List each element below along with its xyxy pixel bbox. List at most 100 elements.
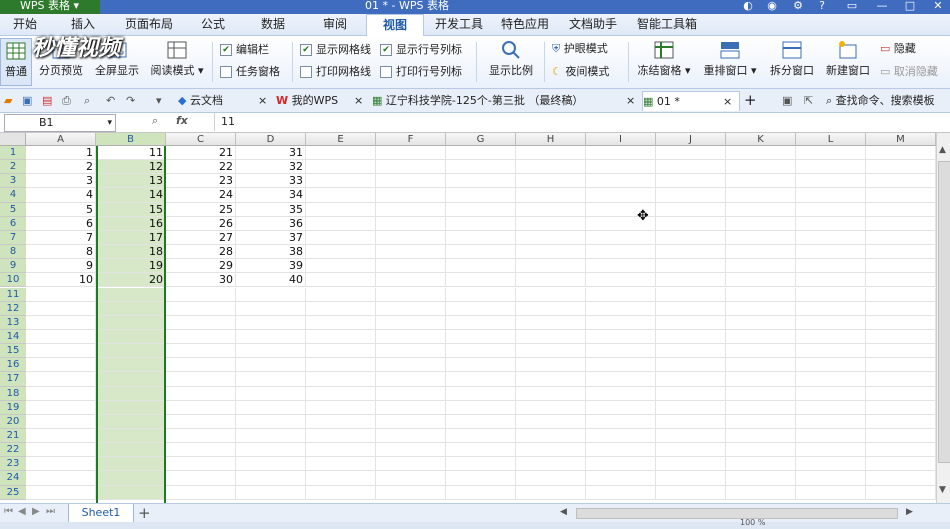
column-header-a[interactable]: A: [26, 133, 96, 146]
open-folder-icon[interactable]: ▰: [4, 91, 18, 110]
cell-m1[interactable]: [866, 146, 936, 161]
task-pane-checkbox[interactable]: 任务窗格: [220, 64, 280, 80]
eye-protect-button[interactable]: ⛨ 护眼模式: [552, 41, 608, 57]
close-tab-icon[interactable]: ×: [723, 92, 732, 111]
cell-m9[interactable]: [866, 259, 936, 274]
cell-k23[interactable]: [726, 457, 796, 472]
cell-h16[interactable]: [516, 358, 586, 373]
cell-h15[interactable]: [516, 344, 586, 359]
cell-f2[interactable]: [376, 160, 446, 175]
cell-l23[interactable]: [796, 457, 866, 472]
cell-f9[interactable]: [376, 259, 446, 274]
unhide-window-button[interactable]: ▭ 取消隐藏: [880, 64, 938, 80]
cell-c15[interactable]: [166, 344, 236, 359]
cell-i16[interactable]: [586, 358, 656, 373]
cell-c18[interactable]: [166, 386, 236, 401]
cell-d12[interactable]: [236, 301, 306, 316]
cell-l12[interactable]: [796, 301, 866, 316]
doc-tab-liaoning[interactable]: ▦ 辽宁科技学院-125个-第三批 （最终稿） ×: [372, 91, 636, 110]
cell-h18[interactable]: [516, 386, 586, 401]
cell-i9[interactable]: [586, 259, 656, 274]
cell-b10[interactable]: 20: [96, 273, 166, 288]
cell-e23[interactable]: [306, 457, 376, 472]
cell-b2[interactable]: 12: [96, 160, 166, 175]
cell-d17[interactable]: [236, 372, 306, 387]
formula-input[interactable]: 11: [214, 113, 950, 131]
insert-function-button[interactable]: fx: [176, 114, 188, 127]
cell-c9[interactable]: 29: [166, 259, 236, 274]
cell-k11[interactable]: [726, 287, 796, 302]
cell-h12[interactable]: [516, 301, 586, 316]
cell-m2[interactable]: [866, 160, 936, 175]
cell-k10[interactable]: [726, 273, 796, 288]
cell-j6[interactable]: [656, 216, 726, 231]
cell-e8[interactable]: [306, 245, 376, 260]
cell-g14[interactable]: [446, 329, 516, 345]
cell-b7[interactable]: 17: [96, 230, 166, 246]
cell-c22[interactable]: [166, 443, 236, 458]
cell-e14[interactable]: [306, 329, 376, 345]
row-header-3[interactable]: 3: [0, 174, 26, 189]
cell-e20[interactable]: [306, 414, 376, 429]
cell-a23[interactable]: [26, 457, 96, 472]
cell-i2[interactable]: [586, 160, 656, 175]
scroll-down-icon[interactable]: ▼: [939, 485, 946, 495]
night-mode-button[interactable]: ☾ 夜间模式: [552, 64, 609, 80]
cell-g13[interactable]: [446, 315, 516, 330]
doc-tab-my-wps[interactable]: W 我的WPS ×: [276, 91, 366, 110]
print-headings-checkbox[interactable]: 打印行号列标: [380, 64, 462, 80]
cell-j4[interactable]: [656, 188, 726, 203]
export-pdf-icon[interactable]: ▤: [42, 91, 56, 110]
cell-h11[interactable]: [516, 287, 586, 302]
cell-b8[interactable]: 18: [96, 245, 166, 260]
cell-j5[interactable]: [656, 202, 726, 217]
cell-m20[interactable]: [866, 414, 936, 429]
close-tab-icon[interactable]: ×: [626, 91, 635, 110]
cell-m8[interactable]: [866, 245, 936, 260]
cell-i24[interactable]: [586, 471, 656, 486]
cell-k12[interactable]: [726, 301, 796, 316]
cell-e9[interactable]: [306, 259, 376, 274]
cell-c24[interactable]: [166, 471, 236, 486]
cell-k4[interactable]: [726, 188, 796, 203]
cell-j25[interactable]: [656, 485, 726, 500]
doc-tab-01[interactable]: ▦ 01 * ×: [642, 91, 740, 111]
cell-f19[interactable]: [376, 400, 446, 415]
cell-k16[interactable]: [726, 358, 796, 373]
cell-d14[interactable]: [236, 329, 306, 345]
cell-j19[interactable]: [656, 400, 726, 415]
cell-l11[interactable]: [796, 287, 866, 302]
cell-l8[interactable]: [796, 245, 866, 260]
command-search-box[interactable]: ⌕ 查找命令、搜索模板: [826, 91, 950, 110]
cell-b15[interactable]: [96, 344, 166, 359]
cell-g21[interactable]: [446, 429, 516, 444]
row-header-6[interactable]: 6: [0, 216, 26, 231]
cell-k8[interactable]: [726, 245, 796, 260]
cell-f5[interactable]: [376, 202, 446, 217]
cell-k1[interactable]: [726, 146, 796, 161]
add-sheet-button[interactable]: +: [138, 504, 151, 522]
cell-h6[interactable]: [516, 216, 586, 231]
cell-b13[interactable]: [96, 315, 166, 330]
cell-k13[interactable]: [726, 315, 796, 330]
cell-i25[interactable]: [586, 485, 656, 500]
cell-e11[interactable]: [306, 287, 376, 302]
cell-l5[interactable]: [796, 202, 866, 217]
row-header-14[interactable]: 14: [0, 329, 26, 345]
cell-g7[interactable]: [446, 230, 516, 246]
cell-i19[interactable]: [586, 400, 656, 415]
cell-c19[interactable]: [166, 400, 236, 415]
cell-a20[interactable]: [26, 414, 96, 429]
cell-b21[interactable]: [96, 429, 166, 444]
cell-c8[interactable]: 28: [166, 245, 236, 260]
cell-d6[interactable]: 36: [236, 216, 306, 231]
next-sheet-icon[interactable]: ▶: [32, 506, 40, 517]
cell-j7[interactable]: [656, 230, 726, 246]
cell-f7[interactable]: [376, 230, 446, 246]
cell-g18[interactable]: [446, 386, 516, 401]
cell-l24[interactable]: [796, 471, 866, 486]
cell-d18[interactable]: [236, 386, 306, 401]
cell-c20[interactable]: [166, 414, 236, 429]
column-header-k[interactable]: K: [726, 133, 796, 146]
cell-h3[interactable]: [516, 174, 586, 189]
